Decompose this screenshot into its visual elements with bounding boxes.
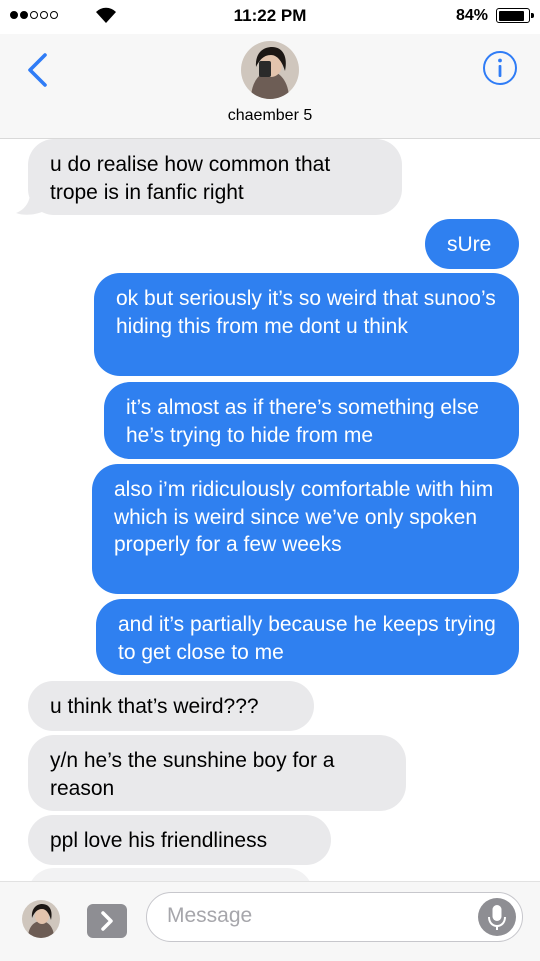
message-bubble-sent[interactable]: ok but seriously it’s so weird that suno… xyxy=(94,273,519,376)
message-bubble-received[interactable]: ppl love his friendliness xyxy=(28,815,331,865)
microphone-icon[interactable] xyxy=(478,898,516,936)
message-bubble-sent[interactable]: sUre xyxy=(425,219,519,269)
message-bubble-sent[interactable]: it’s almost as if there’s something else… xyxy=(104,382,519,459)
app-store-icon[interactable] xyxy=(87,904,127,938)
message-list[interactable]: u do realise how common that trope is in… xyxy=(0,139,540,881)
message-bubble-sent[interactable]: also i’m ridiculously comfortable with h… xyxy=(92,464,519,594)
battery-percentage: 84% xyxy=(455,7,488,24)
contact-name[interactable]: chaember 5 xyxy=(0,107,540,125)
message-input-placeholder: Message xyxy=(167,904,253,927)
message-input[interactable]: Message xyxy=(146,892,523,942)
contact-avatar[interactable] xyxy=(241,41,299,99)
chevron-left-icon[interactable] xyxy=(24,52,54,88)
battery-icon xyxy=(496,8,534,23)
status-bar: 11:22 PM 84% xyxy=(0,0,540,34)
message-bubble-received[interactable]: u do realise how common that trope is in… xyxy=(28,139,402,215)
message-bubble-received[interactable]: y/n he’s the sunshine boy for a reason xyxy=(28,735,406,811)
camera-icon[interactable] xyxy=(22,900,60,938)
message-bubble-received[interactable]: u think that’s weird??? xyxy=(28,681,314,731)
message-bubble-sent[interactable]: and it’s partially because he keeps tryi… xyxy=(96,599,519,675)
conversation-header: chaember 5 xyxy=(0,34,540,139)
message-composer: Message xyxy=(0,881,540,961)
info-icon[interactable] xyxy=(482,50,518,86)
